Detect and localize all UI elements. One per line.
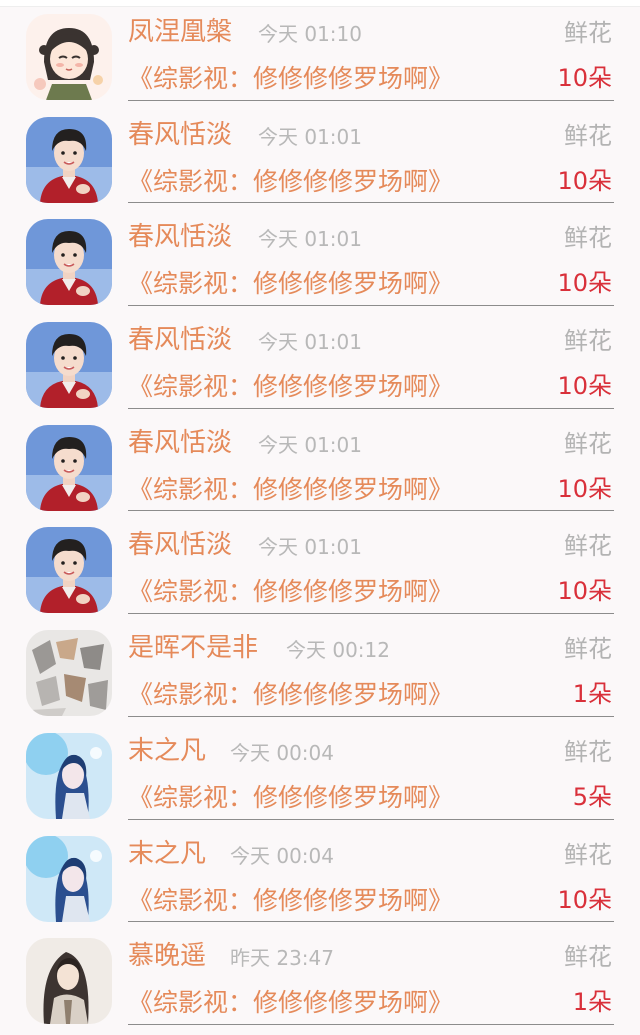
gift-type: 鲜花: [564, 327, 612, 356]
book-title[interactable]: 《综影视：修修修修罗场啊》: [128, 780, 453, 816]
sender-name[interactable]: 春风恬淡: [128, 425, 232, 461]
gift-count: 10朵: [557, 269, 612, 298]
sender-name[interactable]: 凤涅凰槃: [128, 14, 232, 50]
gift-type: 鲜花: [564, 224, 612, 253]
book-title[interactable]: 《综影视：修修修修罗场啊》: [128, 677, 453, 713]
gift-count: 10朵: [557, 474, 612, 503]
book-title[interactable]: 《综影视：修修修修罗场啊》: [128, 61, 453, 97]
abstract-grey-avatar-icon[interactable]: [26, 630, 112, 717]
gift-count: 10朵: [557, 577, 612, 606]
gift-time: 今天 00:04: [230, 740, 334, 765]
gift-time: 今天 01:01: [258, 227, 362, 252]
gift-time: 今天 00:12: [286, 638, 390, 663]
book-title[interactable]: 《综影视：修修修修罗场啊》: [128, 164, 453, 200]
long-hair-portrait-avatar-icon[interactable]: [26, 938, 112, 1025]
gift-type: 鲜花: [564, 532, 612, 561]
row-divider: [128, 99, 614, 101]
gift-count: 10朵: [557, 166, 612, 195]
sender-name[interactable]: 春风恬淡: [128, 219, 232, 255]
book-title[interactable]: 《综影视：修修修修罗场啊》: [128, 985, 453, 1021]
gift-record-row[interactable]: 春风恬淡 今天 01:01 鲜花 《综影视：修修修修罗场啊》 10朵: [0, 513, 640, 616]
row-divider: [128, 305, 614, 307]
gift-record-row[interactable]: 凤涅凰槃 今天 01:10 鲜花 《综影视：修修修修罗场啊》 10朵: [0, 0, 640, 103]
sender-name[interactable]: 春风恬淡: [128, 527, 232, 563]
sender-name[interactable]: 春风恬淡: [128, 117, 232, 153]
gift-count: 10朵: [557, 885, 612, 914]
row-divider: [128, 613, 614, 615]
book-title[interactable]: 《综影视：修修修修罗场啊》: [128, 883, 453, 919]
gift-count: 1朵: [572, 680, 612, 709]
sender-name[interactable]: 慕晚遥: [128, 938, 206, 974]
gift-count: 1朵: [572, 988, 612, 1017]
gift-type: 鲜花: [564, 635, 612, 664]
book-title[interactable]: 《综影视：修修修修罗场啊》: [128, 472, 453, 508]
row-divider: [128, 921, 614, 923]
sender-name[interactable]: 末之凡: [128, 733, 206, 769]
gift-record-row[interactable]: 春风恬淡 今天 01:01 鲜花 《综影视：修修修修罗场啊》 10朵: [0, 205, 640, 308]
gift-record-row[interactable]: 春风恬淡 今天 01:01 鲜花 《综影视：修修修修罗场啊》 10朵: [0, 308, 640, 411]
gift-record-row[interactable]: 春风恬淡 今天 01:01 鲜花 《综影视：修修修修罗场啊》 10朵: [0, 103, 640, 206]
boy-red-jacket-avatar-icon[interactable]: [26, 424, 112, 511]
gift-record-row[interactable]: 慕晚遥 昨天 23:47 鲜花 《综影视：修修修修罗场啊》 1朵: [0, 924, 640, 1027]
gift-type: 鲜花: [564, 840, 612, 869]
boy-red-jacket-avatar-icon[interactable]: [26, 322, 112, 409]
row-divider: [128, 202, 614, 204]
girl-cartoon-avatar-icon[interactable]: [26, 14, 112, 100]
gift-time: 昨天 23:47: [230, 946, 334, 971]
book-title[interactable]: 《综影视：修修修修罗场啊》: [128, 266, 453, 302]
gift-record-row[interactable]: 末之凡 今天 00:04 鲜花 《综影视：修修修修罗场啊》 10朵: [0, 822, 640, 925]
gift-time: 今天 01:10: [258, 22, 362, 46]
gift-type: 鲜花: [564, 943, 612, 972]
gift-record-row[interactable]: 末之凡 今天 00:04 鲜花 《综影视：修修修修罗场啊》 5朵: [0, 719, 640, 822]
gift-type: 鲜花: [564, 121, 612, 150]
gift-count: 5朵: [572, 782, 612, 811]
sender-name[interactable]: 末之凡: [128, 836, 206, 872]
row-divider: [128, 1023, 614, 1025]
boy-red-jacket-avatar-icon[interactable]: [26, 219, 112, 306]
row-divider: [128, 818, 614, 820]
gift-time: 今天 01:01: [258, 124, 362, 149]
gift-time: 今天 00:04: [230, 843, 334, 868]
gift-type: 鲜花: [564, 19, 612, 47]
boy-red-jacket-avatar-icon[interactable]: [26, 527, 112, 614]
book-title[interactable]: 《综影视：修修修修罗场啊》: [128, 574, 453, 610]
gift-count: 10朵: [557, 372, 612, 401]
gift-type: 鲜花: [564, 737, 612, 766]
blue-anime-avatar-icon[interactable]: [26, 732, 112, 819]
gift-record-list: 凤涅凰槃 今天 01:10 鲜花 《综影视：修修修修罗场啊》 10朵 春风恬淡: [0, 0, 640, 1027]
book-title[interactable]: 《综影视：修修修修罗场啊》: [128, 369, 453, 405]
gift-record-row[interactable]: 春风恬淡 今天 01:01 鲜花 《综影视：修修修修罗场啊》 10朵: [0, 411, 640, 514]
gift-type: 鲜花: [564, 429, 612, 458]
gift-time: 今天 01:01: [258, 330, 362, 355]
gift-count: 10朵: [557, 64, 612, 92]
boy-red-jacket-avatar-icon[interactable]: [26, 116, 112, 203]
row-divider: [128, 407, 614, 409]
blue-anime-avatar-icon[interactable]: [26, 835, 112, 922]
row-divider: [128, 715, 614, 717]
gift-time: 今天 01:01: [258, 432, 362, 457]
gift-time: 今天 01:01: [258, 535, 362, 560]
sender-name[interactable]: 春风恬淡: [128, 322, 232, 358]
sender-name[interactable]: 是晖不是非: [128, 630, 258, 666]
gift-record-row[interactable]: 是晖不是非 今天 00:12 鲜花 《综影视：修修修修罗场啊》 1朵: [0, 616, 640, 719]
row-divider: [128, 510, 614, 512]
